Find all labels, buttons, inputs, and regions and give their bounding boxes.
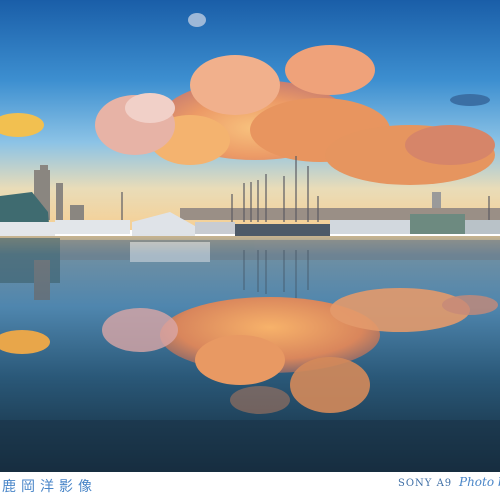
camera-label: SONY A9 — [398, 478, 453, 489]
caption-bar: 鹿岡洋影像 SONY A9 Photo b — [0, 472, 500, 500]
photo — [0, 0, 500, 472]
foreground-water — [0, 420, 500, 472]
photo-credit: Photo b — [459, 475, 500, 489]
author-watermark: 鹿岡洋影像 — [2, 479, 97, 495]
